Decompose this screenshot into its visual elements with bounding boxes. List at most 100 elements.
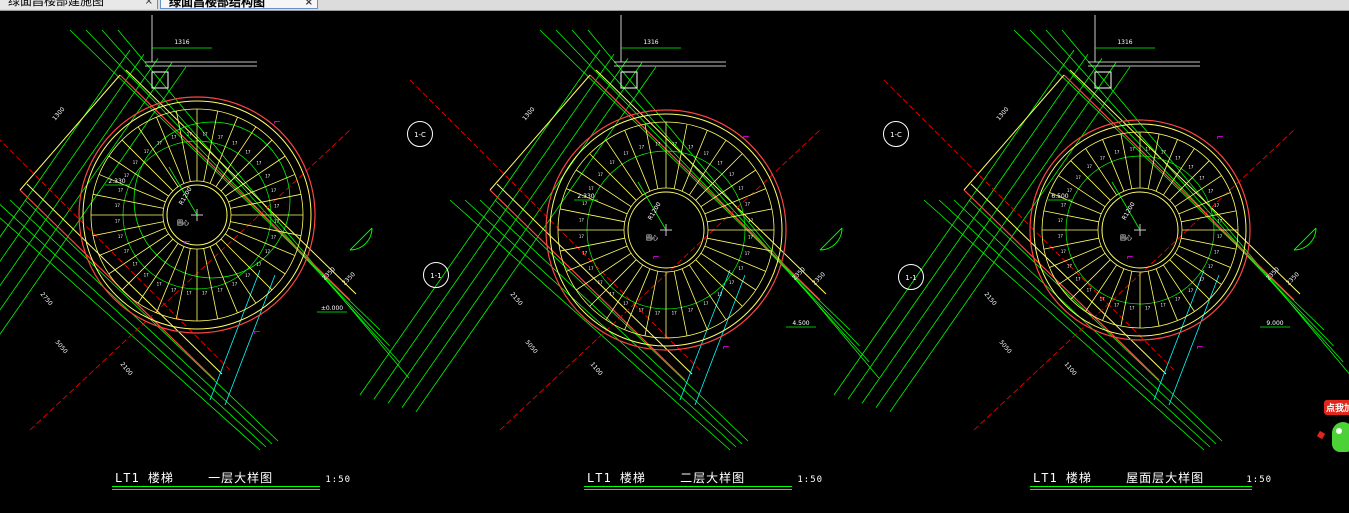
dimension-line — [875, 62, 1117, 408]
dimension-label: 2350 — [1285, 271, 1301, 287]
tread-label: 17 — [202, 131, 208, 136]
annotation-mark: ⌐ — [1216, 133, 1224, 143]
stair-plan-2: 1316 17 17 17 17 17 17 17 17 17 17 17 17 17 17 17 17 17 17… — [359, 15, 880, 451]
dimension-label: 2150 — [983, 291, 998, 307]
tread-label: 17 — [171, 134, 177, 139]
title-prefix: LT1 楼梯 — [115, 471, 174, 485]
tread-label: 17 — [1114, 149, 1120, 154]
tread-label: 17 — [232, 141, 238, 146]
axis-line — [973, 129, 1295, 431]
elevation-label: 9.000 — [1266, 320, 1283, 327]
dimension-line — [449, 199, 731, 451]
tread-label: 17 — [589, 186, 595, 191]
title-scale: 1:50 — [1246, 475, 1273, 485]
wall-line — [963, 74, 1065, 191]
stair-plan-3: 1316 17 17 17 17 17 17 17 17 17 17 17 17 17 17 17 17 17 17… — [833, 15, 1349, 451]
tread-label: 17 — [717, 292, 723, 297]
radius-label: R1200 — [647, 201, 663, 221]
tread-label: 17 — [187, 131, 193, 136]
dimension-label: 1100 — [589, 361, 604, 377]
tread-label: 17 — [1199, 277, 1205, 282]
radius-label: R1200 — [1121, 201, 1137, 221]
tread-label: 17 — [171, 288, 177, 293]
dimension-line — [0, 217, 261, 451]
tread-label: 17 — [1175, 156, 1181, 161]
tread-label: 17 — [1061, 203, 1067, 208]
tread-label: 17 — [115, 203, 121, 208]
elevation-label: 6.500 — [1051, 193, 1068, 200]
panel-title-3: LT1 楼梯 屋面层大样图 1:50 — [1033, 469, 1272, 486]
stair-tread — [1181, 210, 1237, 223]
close-icon[interactable]: × — [145, 0, 153, 9]
wall-line — [125, 69, 357, 295]
tread-label: 17 — [245, 149, 251, 154]
tread-label: 17 — [610, 160, 616, 165]
tread-label: 17 — [271, 188, 277, 193]
center-label: 圆心 — [177, 220, 189, 227]
tread-label: 17 — [1208, 188, 1214, 193]
tread-label: 17 — [579, 234, 585, 239]
tread-label: 17 — [624, 151, 630, 156]
wall-line — [19, 74, 121, 191]
tread-label: 17 — [1114, 303, 1120, 308]
dimension-line — [9, 199, 273, 445]
tread-label: 17 — [118, 234, 124, 239]
dimension-label: 1316 — [643, 39, 658, 46]
annotation-mark: ⌐ — [273, 118, 281, 128]
tread-label: 17 — [1061, 249, 1067, 254]
dimension-label: 1300 — [521, 106, 536, 122]
tread-label: 17 — [1058, 218, 1064, 223]
tread-label: 17 — [133, 160, 139, 165]
axis-bubble-1c-b: 1-C — [883, 121, 909, 147]
tread-label: 17 — [1188, 164, 1194, 169]
tread-label: 17 — [609, 292, 615, 297]
dimension-line — [833, 49, 1075, 396]
dimension-line — [968, 199, 1223, 442]
tread-label: 17 — [1161, 303, 1167, 308]
tab-structure-label: 绿面昌楼部结构图 — [169, 0, 266, 9]
tread-label: 17 — [1076, 175, 1082, 180]
axis-bubble-1c-a: 1-C — [407, 121, 433, 147]
tab-structure[interactable]: 绿面昌楼部结构图 × — [160, 0, 318, 9]
dimension-label: 2150 — [509, 291, 524, 307]
tread-label: 17 — [1058, 234, 1064, 239]
widget-label[interactable]: 点我加 — [1324, 400, 1349, 415]
dimension-line — [0, 66, 187, 335]
tread-label: 17 — [717, 160, 723, 165]
tread-label: 17 — [271, 234, 277, 239]
stair-tread — [1058, 253, 1106, 285]
wall-line — [589, 74, 821, 301]
tread-label: 17 — [1145, 146, 1151, 151]
cad-drawing-canvas[interactable]: 1316 17 17 17 17 17 17 17 17 17 17 17 17 17 17 17 17 17 17… — [0, 10, 1349, 513]
tab-architecture[interactable]: 绿面昌楼部建施图 × — [0, 0, 158, 9]
floating-helper-widget[interactable]: 点我加 — [1316, 392, 1349, 462]
annotation-mark: ⌐ — [1126, 253, 1134, 263]
tread-label: 17 — [202, 291, 208, 296]
tread-label: 17 — [672, 311, 678, 316]
tread-label: 17 — [729, 172, 735, 177]
dimension-line — [359, 49, 601, 396]
dimension-line — [1061, 29, 1349, 375]
tread-label: 17 — [118, 188, 124, 193]
title-underline — [112, 486, 320, 487]
title-scale: 1:50 — [797, 475, 824, 485]
tread-label: 17 — [256, 262, 262, 267]
tread-label: 17 — [588, 266, 594, 271]
close-icon[interactable]: × — [305, 0, 313, 10]
tread-label: 17 — [144, 149, 150, 154]
dimension-label: 5050 — [54, 339, 69, 355]
stair-tread — [1102, 268, 1125, 321]
axis-line — [409, 79, 701, 371]
tread-label: 17 — [1175, 297, 1181, 302]
tread-label: 17 — [265, 173, 271, 178]
dimension-label: 2350 — [341, 271, 357, 287]
tread-label: 17 — [655, 311, 661, 316]
center-label: 圆心 — [1120, 235, 1132, 242]
panel-title-2: LT1 楼梯 二层大样图 1:50 — [587, 469, 823, 486]
radius-line — [1111, 181, 1141, 231]
stair-tread — [559, 208, 625, 223]
tread-label: 17 — [1188, 288, 1194, 293]
frog-mascot-icon[interactable] — [1332, 422, 1349, 452]
tread-label: 17 — [655, 141, 661, 146]
title-underline — [112, 489, 320, 490]
